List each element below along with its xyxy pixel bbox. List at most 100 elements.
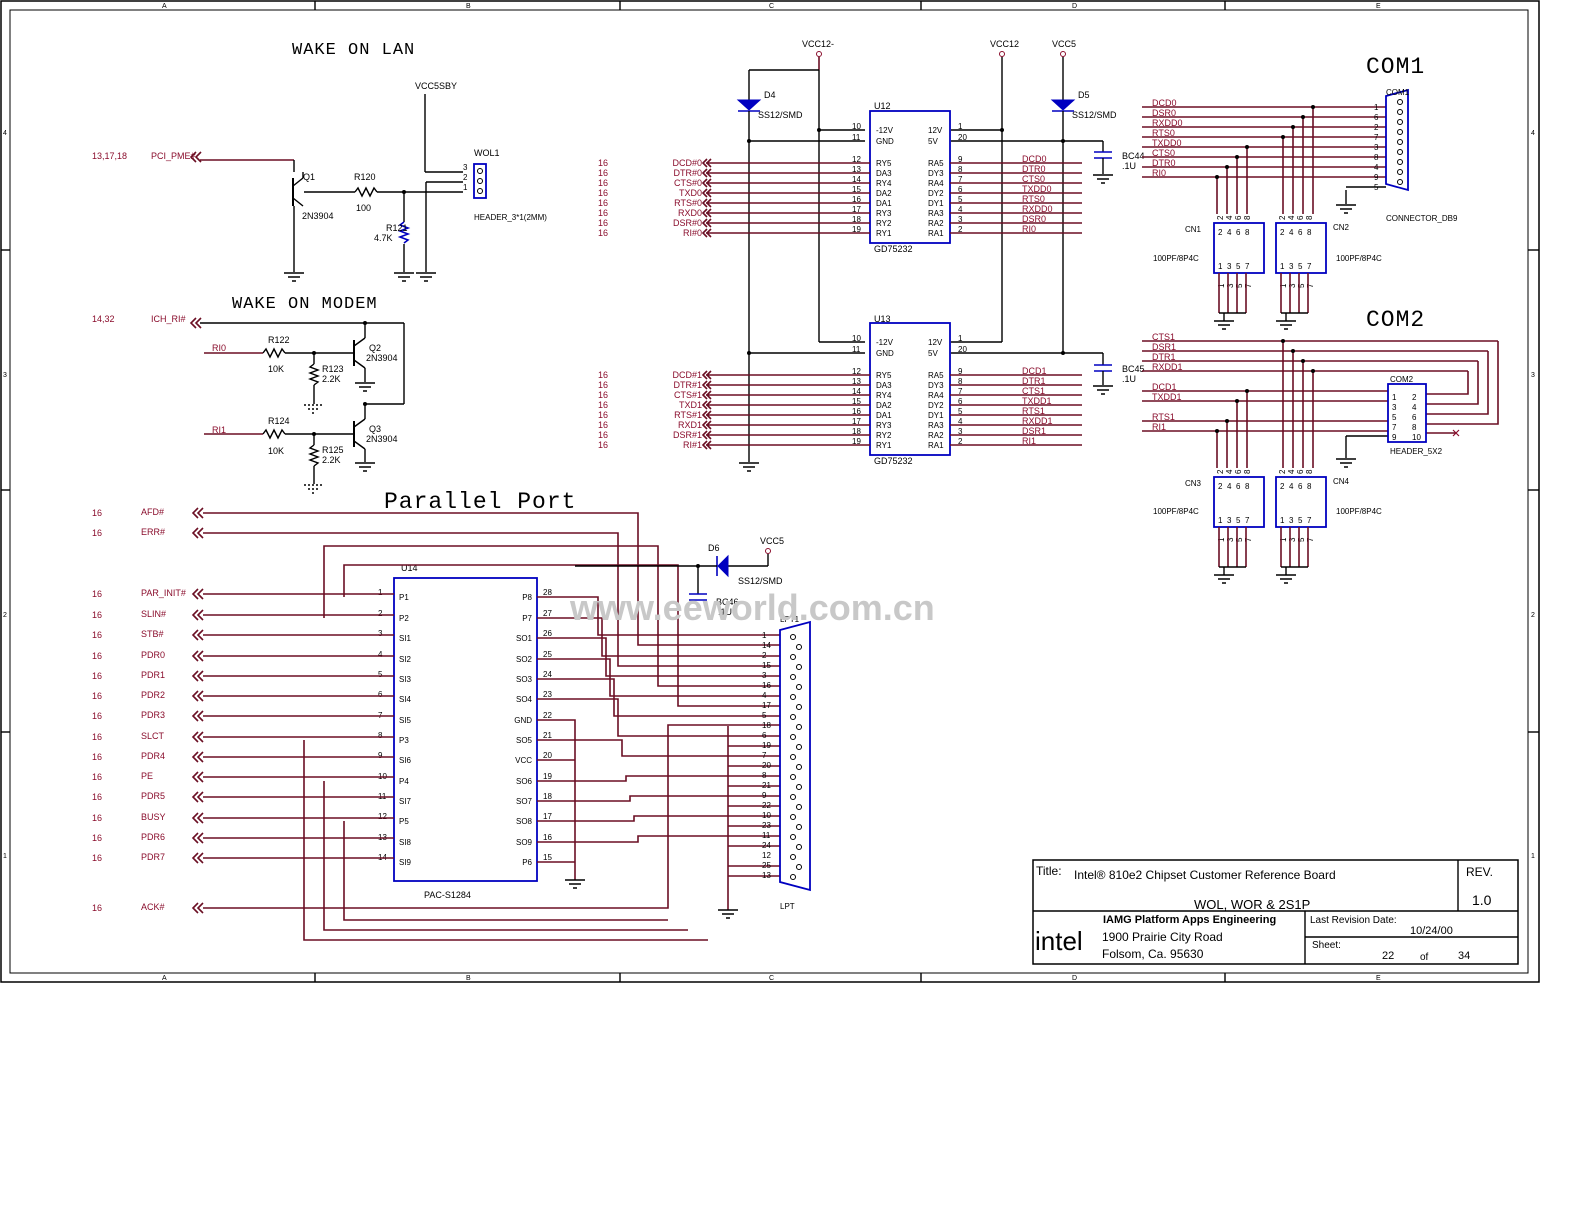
lpt-net-ref: 16 [92, 610, 102, 620]
lpt-wire [537, 775, 780, 782]
net-sheet-ref: 16 [598, 430, 608, 440]
lpt1-pin-num: 3 [762, 671, 767, 680]
u14-pin-num-right: 20 [543, 751, 552, 760]
com1-pin-num: 7 [1374, 133, 1379, 142]
wol1-part: HEADER_3*1(2MM) [474, 213, 547, 222]
lpt1-pin-num: 8 [762, 771, 767, 780]
grid-col-c: C [769, 3, 774, 10]
cn-pin-top: 2 [1216, 215, 1225, 220]
u14-pin-num-right: 26 [543, 629, 552, 638]
off-page-arrow [191, 771, 204, 783]
com2-title: COM2 [1366, 307, 1425, 333]
d4-part: SS12/SMD [758, 110, 803, 120]
net-label: DCD#1 [672, 370, 702, 380]
cn-pin-inner-top: 4 [1289, 482, 1294, 491]
u14-pin-num-left: 6 [378, 690, 383, 699]
u14-pin-name-left: SI4 [399, 695, 412, 704]
lpt1-pin-num: 6 [762, 731, 767, 740]
lpt-net-label: PDR7 [141, 852, 165, 862]
cn-pin-inner-top: 2 [1280, 482, 1285, 491]
lpt-vcc5-label: VCC5 [760, 536, 784, 546]
u14-pin-num-left: 5 [378, 670, 383, 679]
com1-net-label: TXDD0 [1152, 138, 1182, 148]
com2-net-label: RXDD1 [1152, 362, 1183, 372]
ground-symbol [1276, 320, 1296, 330]
lpt1-pin-num: 22 [762, 801, 771, 810]
u13-pin-name-left: RY3 [876, 421, 892, 430]
com2-pin-num-left: 1 [1392, 393, 1397, 402]
grid-row-3-right: 3 [1531, 372, 1535, 379]
r125-value: 2.2K [322, 455, 341, 465]
junction-dot [1245, 389, 1249, 393]
u14-pin-name-right: SO5 [516, 736, 533, 745]
junction-dot [1281, 339, 1285, 343]
com2-pin-num-left: 9 [1392, 433, 1397, 442]
grid-row-1-right: 1 [1531, 853, 1535, 860]
cn-pin-inner-bot: 5 [1236, 516, 1241, 525]
u12-pin-name-right: RA4 [928, 179, 944, 188]
off-page-arrow [191, 588, 204, 600]
u14-pin-num-left: 12 [378, 812, 387, 821]
rev-label: REV. [1466, 865, 1493, 879]
cn-pin-inner-bot: 5 [1236, 262, 1241, 271]
junction-dot [1291, 125, 1295, 129]
u12-pin-name-left: RY4 [876, 179, 892, 188]
d4-diode [736, 99, 762, 111]
u12-pin-name-right: 12V [928, 126, 943, 135]
q1-ref: Q1 [303, 172, 315, 182]
com1-net-label: DTR0 [1152, 158, 1176, 168]
com2-net-label: DTR1 [1152, 352, 1176, 362]
lpt-net-ref: 16 [92, 691, 102, 701]
lpt-net-label: PDR4 [141, 751, 165, 761]
grid-col-d-bottom: D [1072, 975, 1077, 982]
u13-pin-name-right: RA5 [928, 371, 944, 380]
u14-pin-name-right: GND [514, 716, 532, 725]
lpt-net-ref: 16 [92, 732, 102, 742]
u12-nets: 16 DCD#0 16 DTR#0 16 CTS#0 16 TXD0 16 RTS#0 16 RXD0… [598, 154, 1082, 238]
com1-title: COM1 [1366, 54, 1425, 80]
u12-pin-name-right: RA5 [928, 159, 944, 168]
net-sheet-ref: 16 [598, 390, 608, 400]
address-line-1: 1900 Prairie City Road [1102, 930, 1223, 944]
u13-pin-num-right: 20 [958, 345, 967, 354]
com1-pin-num: 3 [1374, 143, 1379, 152]
r123-ref: R123 [322, 364, 344, 374]
u12-pin-name-left: GND [876, 137, 894, 146]
off-page-arrow [191, 670, 204, 682]
u12-pin-name-right: RA2 [928, 219, 944, 228]
cn-pin-inner-bot: 3 [1289, 516, 1294, 525]
lpt1-pin-num: 16 [762, 681, 771, 690]
r120-ref: R120 [354, 172, 376, 182]
cn-pin-inner-bot: 1 [1218, 262, 1223, 271]
u14-pin-name-left: SI7 [399, 797, 412, 806]
cn-pin-inner-bot: 3 [1289, 262, 1294, 271]
lpt1-pin-num: 4 [762, 691, 767, 700]
sheet-number: 22 [1382, 950, 1394, 962]
net-label: CTS0 [1022, 174, 1045, 184]
cn-pin-inner-top: 6 [1298, 482, 1303, 491]
net-sheet-ref: 16 [598, 178, 608, 188]
r121-value: 4.7K [374, 233, 393, 243]
u12-pin-name-left: DA2 [876, 189, 892, 198]
u13-pin-name-left: DA2 [876, 401, 892, 410]
junction-dot [1235, 399, 1239, 403]
cn-pin-inner-bot: 3 [1227, 262, 1232, 271]
ground-symbol [1214, 320, 1234, 330]
u14-pin-name-right: SO2 [516, 655, 533, 664]
lpt-net-ref: 16 [92, 630, 102, 640]
cn-pin-inner-top: 2 [1280, 228, 1285, 237]
u13-nets: 16 DCD#1 16 DTR#1 16 CTS#1 16 TXD1 16 RTS#1 16 RXD1… [598, 366, 1082, 450]
net-sheet-ref: 16 [598, 400, 608, 410]
net-label: RTS#0 [674, 198, 702, 208]
lpt1-pin-num: 1 [762, 631, 767, 640]
com2-pin-num-left: 5 [1392, 413, 1397, 422]
u14-pin-name-right: VCC [515, 756, 532, 765]
wom-in-ri0: RI0 [212, 343, 226, 353]
wol-sheet-ref: 13,17,18 [92, 151, 127, 161]
cn-part: 100PF/8P4C [1336, 507, 1382, 516]
grid-row-2-right: 2 [1531, 612, 1535, 619]
u14-pin-name-left: P2 [399, 614, 409, 623]
bc45-value: .1U [1122, 374, 1136, 384]
net-label: DSR1 [1022, 426, 1046, 436]
net-label: DCD1 [1022, 366, 1047, 376]
